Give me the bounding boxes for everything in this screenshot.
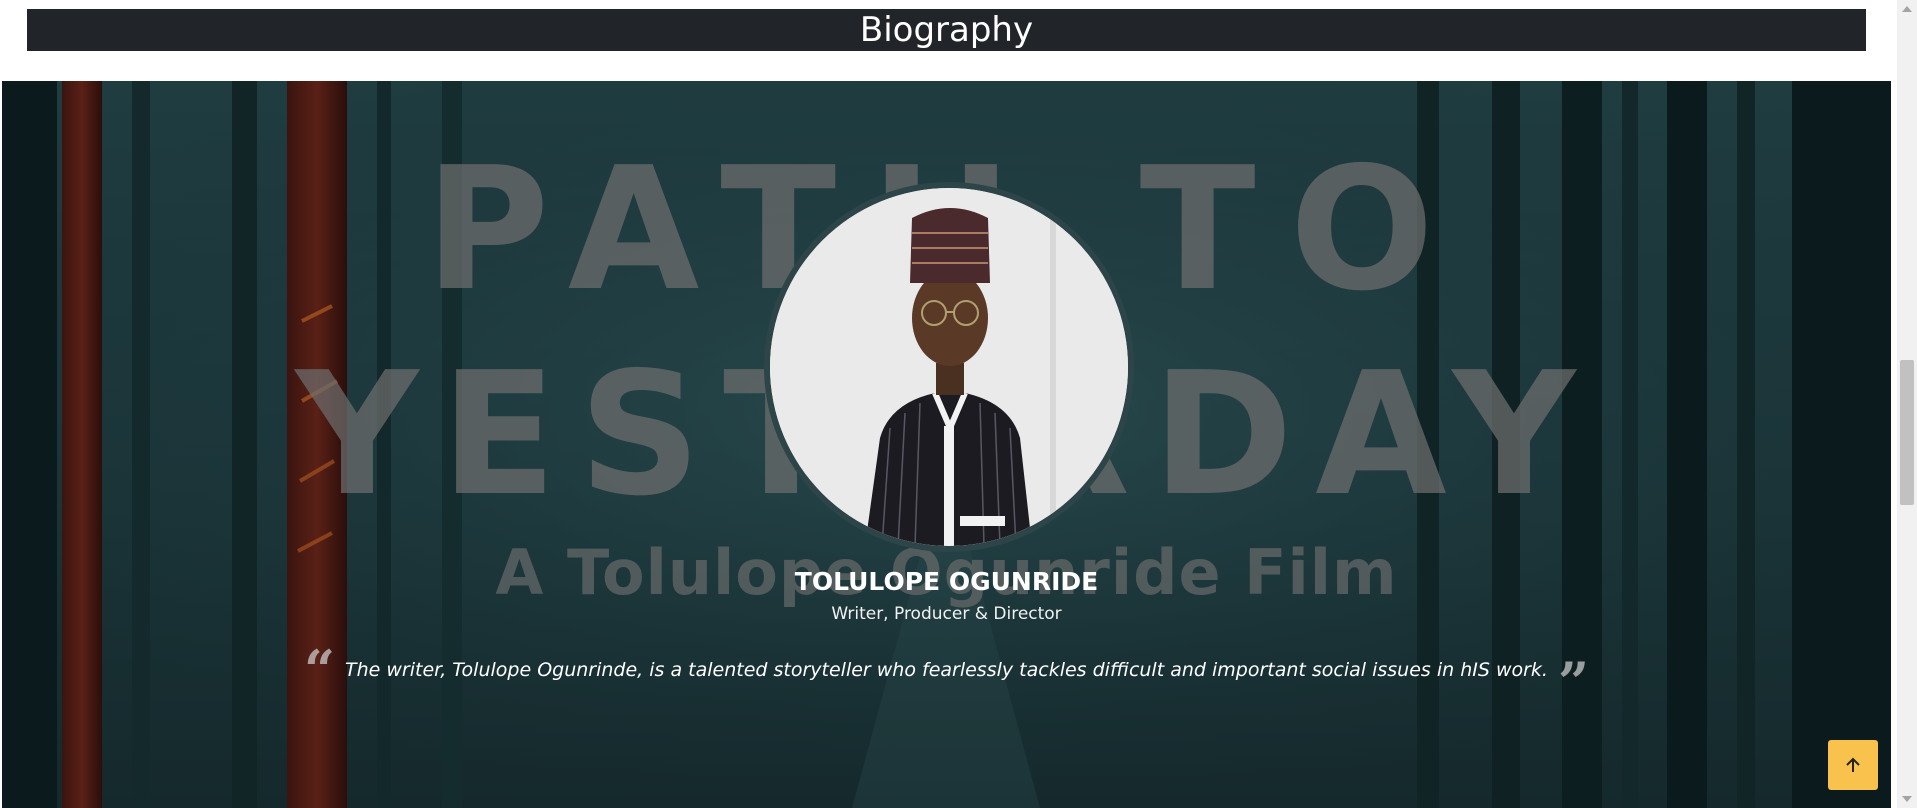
- profile-photo: [770, 188, 1128, 546]
- quote-open-icon: “: [303, 638, 335, 702]
- person-name: TOLULOPE OGUNRIDE: [794, 567, 1099, 596]
- arrow-up-icon: [1846, 757, 1860, 772]
- biography-hero: PATH TO YESTERDAY A Tolulope Ogunride Fi…: [2, 81, 1891, 808]
- biography-title: Biography: [859, 10, 1034, 50]
- page: Biography PATH TO A Tolulope Ogunride Fi…: [0, 0, 1897, 808]
- scroll-down-arrow-icon[interactable]: [1902, 796, 1912, 802]
- scrollbar-thumb[interactable]: [1900, 360, 1914, 505]
- quote-text: The writer, Tolulope Ogunrinde, is a tal…: [345, 659, 1548, 681]
- testimonial-quote: “ The writer, Tolulope Ogunrinde, is a t…: [2, 638, 1891, 714]
- quote-close-icon: ”: [1557, 650, 1590, 714]
- scroll-up-arrow-icon[interactable]: [1902, 6, 1912, 12]
- page-scrollbar[interactable]: [1897, 0, 1917, 808]
- biography-header: Biography: [27, 9, 1866, 51]
- scroll-to-top-button[interactable]: [1828, 740, 1878, 790]
- person-role: Writer, Producer & Director: [831, 604, 1062, 624]
- profile-photo-frame: [764, 182, 1134, 552]
